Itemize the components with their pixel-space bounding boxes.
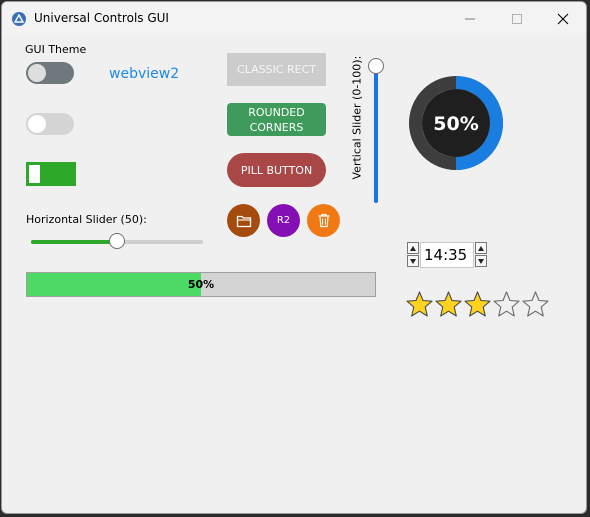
hslider-thumb[interactable] xyxy=(109,233,125,249)
progress-bar: 50% xyxy=(26,272,376,297)
theme-label: GUI Theme xyxy=(25,43,87,56)
spinner-down-button[interactable] xyxy=(475,255,487,267)
r2-button[interactable]: R2 xyxy=(267,204,300,237)
spinner-left-buttons xyxy=(407,242,419,268)
title-bar[interactable]: Universal Controls GUI xyxy=(2,2,586,36)
star-rating[interactable] xyxy=(405,290,550,322)
classic-rect-button[interactable]: CLASSIC RECT xyxy=(227,53,326,86)
star-filled-icon[interactable] xyxy=(405,290,434,318)
progress-text: 50% xyxy=(187,278,215,291)
rounded-button-label: ROUNDED CORNERS xyxy=(248,105,304,135)
star-empty-icon[interactable] xyxy=(492,290,521,318)
folder-button[interactable] xyxy=(227,204,260,237)
vslider-label: Vertical Slider (0-100): xyxy=(350,55,364,180)
vslider-track[interactable] xyxy=(374,66,378,203)
spinner-up-button[interactable] xyxy=(475,242,487,254)
minimize-icon xyxy=(465,18,475,20)
toggle-knob xyxy=(28,115,46,133)
time-spinner[interactable]: 14:35 xyxy=(406,242,488,268)
minimize-button[interactable] xyxy=(450,8,490,30)
delete-button[interactable] xyxy=(307,204,340,237)
maximize-button[interactable] xyxy=(497,8,537,30)
app-window: Universal Controls GUI GUI Theme webview… xyxy=(1,1,587,514)
webview-link[interactable]: webview2 xyxy=(109,66,179,82)
rounded-corners-button[interactable]: ROUNDED CORNERS xyxy=(227,103,326,136)
star-filled-icon[interactable] xyxy=(463,290,492,318)
triangle-up-icon xyxy=(478,246,484,251)
toggle-switch-2[interactable] xyxy=(26,113,74,135)
close-button[interactable] xyxy=(543,8,583,30)
spinner-value: 14:35 xyxy=(424,246,468,264)
spinner-down-button[interactable] xyxy=(407,255,419,267)
square-toggle[interactable] xyxy=(26,162,76,186)
vslider-thumb[interactable] xyxy=(368,58,384,74)
star-filled-icon[interactable] xyxy=(434,290,463,318)
hslider-label: Horizontal Slider (50): xyxy=(26,213,147,226)
triangle-down-icon xyxy=(410,259,416,264)
toggle-knob xyxy=(29,165,40,183)
rounded-button-line-1: ROUNDED xyxy=(248,105,305,119)
circular-gauge: 50% xyxy=(409,76,503,170)
window-title: Universal Controls GUI xyxy=(34,11,169,25)
triangle-down-icon xyxy=(478,259,484,264)
hslider-fill xyxy=(31,240,117,244)
theme-toggle[interactable] xyxy=(26,62,74,84)
folder-icon xyxy=(236,215,251,227)
pill-button[interactable]: PILL BUTTON xyxy=(227,153,326,187)
spinner-right-buttons xyxy=(475,242,487,268)
maximize-icon xyxy=(512,14,522,24)
rounded-button-line-2: CORNERS xyxy=(249,120,304,134)
star-empty-icon[interactable] xyxy=(521,290,550,318)
spinner-up-button[interactable] xyxy=(407,242,419,254)
triangle-up-icon xyxy=(410,246,416,251)
gauge-text: 50% xyxy=(433,113,478,135)
toggle-knob xyxy=(28,64,46,82)
app-icon xyxy=(12,12,26,26)
trash-icon xyxy=(318,213,329,228)
close-icon xyxy=(557,13,569,25)
